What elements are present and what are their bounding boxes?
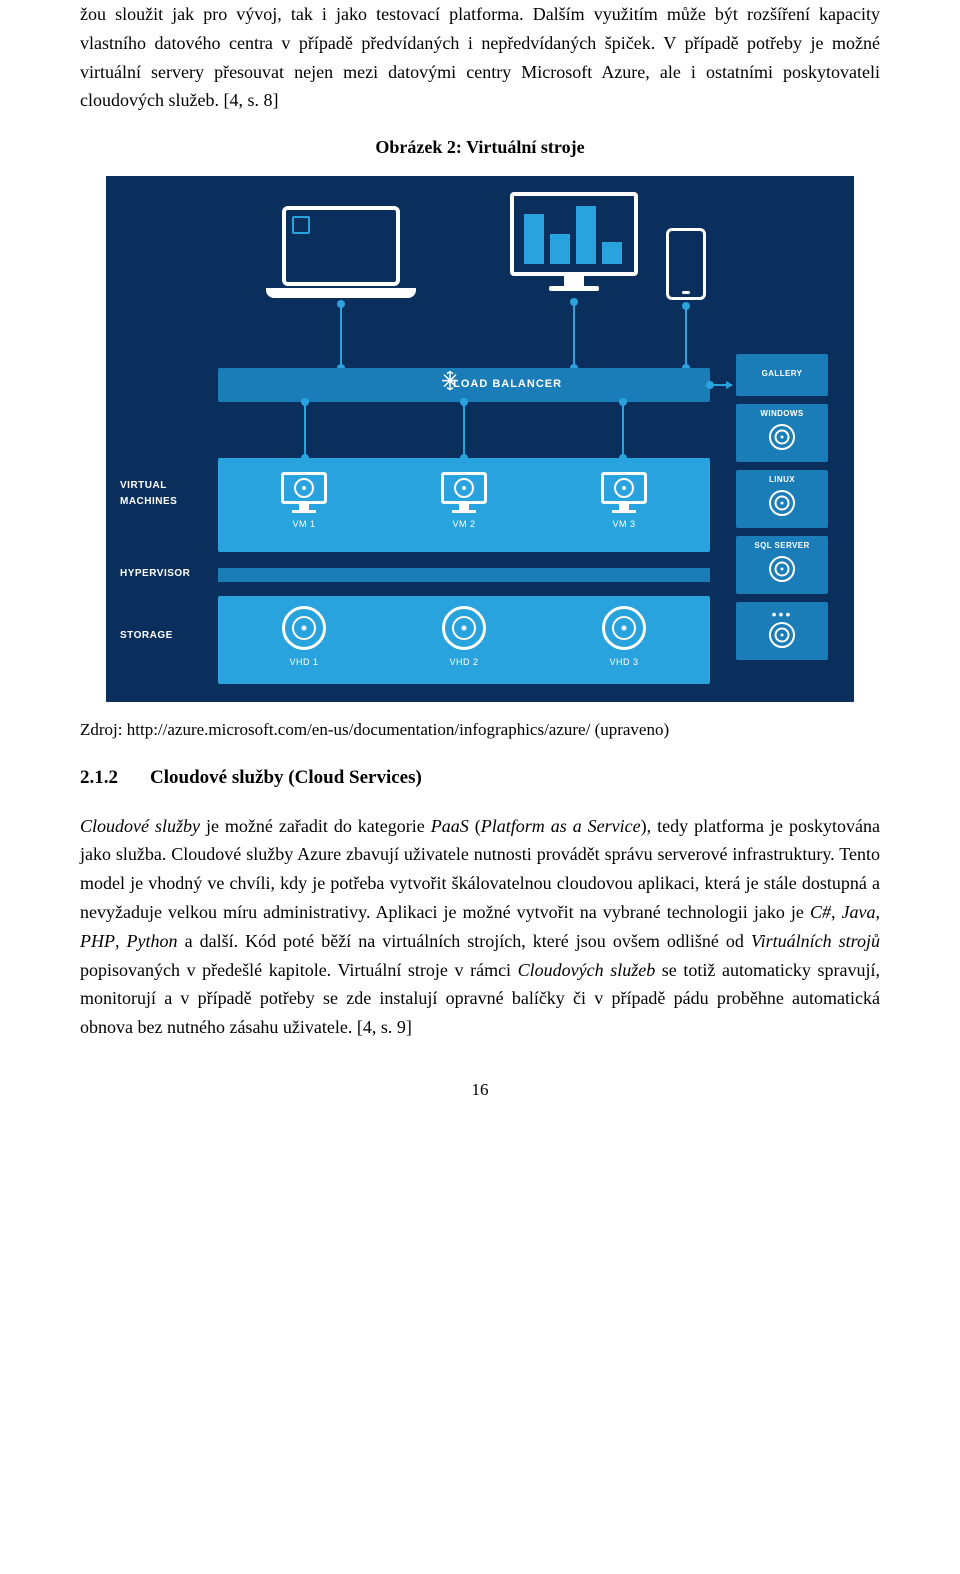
vm-3-icon: VM 3 bbox=[574, 472, 674, 531]
load-balancer-label: LOAD BALANCER bbox=[453, 376, 562, 394]
desktop-monitor-icon bbox=[510, 192, 638, 291]
figure-diagram: LOAD BALANCER VIRTUAL MACHINES HYPERVISO… bbox=[106, 176, 854, 702]
vhd-3-icon: VHD 3 bbox=[574, 606, 674, 669]
vm-row: VM 1 VM 2 VM 3 bbox=[218, 458, 710, 552]
vhd-1-icon: VHD 1 bbox=[254, 606, 354, 669]
figure-source: Zdroj: http://azure.microsoft.com/en-us/… bbox=[80, 716, 880, 743]
phone-icon bbox=[666, 228, 706, 300]
vm-1-icon: VM 1 bbox=[254, 472, 354, 531]
section-heading: 2.1.2Cloudové služby (Cloud Services) bbox=[80, 763, 880, 793]
gallery-stack: GALLERY WINDOWS LINUX SQL SERVER ••• bbox=[736, 354, 828, 668]
hypervisor-bar bbox=[218, 568, 710, 582]
section-title: Cloudové služby (Cloud Services) bbox=[150, 767, 422, 788]
linux-tile: LINUX bbox=[736, 470, 828, 528]
label-storage: STORAGE bbox=[120, 628, 173, 644]
label-hypervisor: HYPERVISOR bbox=[120, 566, 190, 582]
body-paragraph-2: Cloudové služby je možné zařadit do kate… bbox=[80, 812, 880, 1042]
page-number: 16 bbox=[80, 1076, 880, 1103]
windows-tile: WINDOWS bbox=[736, 404, 828, 462]
arrow-to-gallery-icon bbox=[710, 384, 732, 386]
section-number: 2.1.2 bbox=[80, 763, 150, 793]
vhd-2-icon: VHD 2 bbox=[414, 606, 514, 669]
label-virtual-machines: VIRTUAL MACHINES bbox=[120, 478, 177, 510]
vm-2-icon: VM 2 bbox=[414, 472, 514, 531]
load-balancer-bar: LOAD BALANCER bbox=[218, 368, 710, 402]
gallery-tile: GALLERY bbox=[736, 354, 828, 396]
figure-title: Obrázek 2: Virtuální stroje bbox=[80, 133, 880, 162]
more-tile: ••• bbox=[736, 602, 828, 660]
sqlserver-tile: SQL SERVER bbox=[736, 536, 828, 594]
storage-row: VHD 1 VHD 2 VHD 3 bbox=[218, 596, 710, 684]
laptop-icon bbox=[266, 206, 416, 298]
body-paragraph-1: žou sloužit jak pro vývoj, tak i jako te… bbox=[80, 0, 880, 115]
